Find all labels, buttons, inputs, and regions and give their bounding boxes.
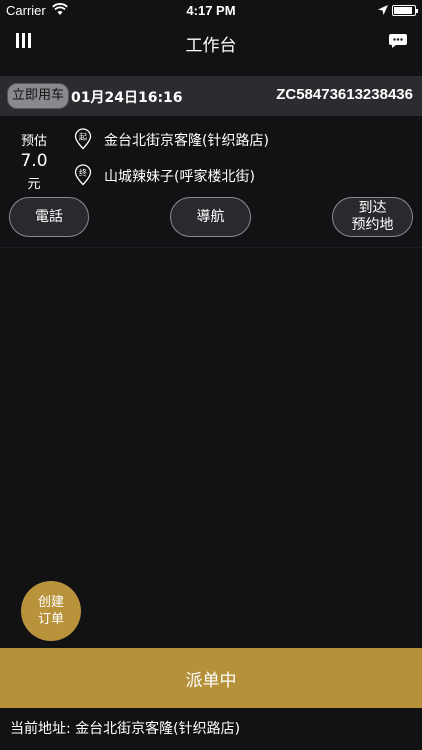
create-order-button[interactable]: 创建 订单 <box>21 581 81 641</box>
page-title: 工作台 <box>185 36 237 56</box>
estimate-label: 预估 <box>20 134 47 149</box>
current-address-label: 当前地址: <box>10 721 71 737</box>
order-type-badge: 立即用车 <box>7 83 70 109</box>
section-divider <box>0 247 422 248</box>
battery-icon <box>392 5 418 16</box>
fare-estimate: 预估 7.0 元 <box>14 130 54 192</box>
arrive-label-line1: 到达 <box>358 200 387 216</box>
end-address: 山城辣妹子(呼家楼北街) <box>104 169 255 185</box>
end-badge: 终 <box>79 168 87 178</box>
start-badge: 起 <box>79 133 87 142</box>
start-address: 金台北街京客隆(针织路店) <box>104 133 269 149</box>
clock-time: 4:17 PM <box>186 3 236 18</box>
battery-fill <box>394 7 412 14</box>
message-icon[interactable] <box>388 33 408 53</box>
arrive-label-line2: 预约地 <box>351 217 394 233</box>
current-address-bar: 当前地址: 金台北街京客隆(针织路店) <box>0 709 422 750</box>
end-pin-icon: 终 <box>74 164 92 190</box>
estimate-unit: 元 <box>27 177 41 192</box>
nav-bar: 工作台 <box>0 22 422 64</box>
navigate-button[interactable]: 導航 <box>170 197 251 237</box>
location-arrow-icon <box>378 4 388 19</box>
order-number: ZC58473613238436 <box>276 86 413 103</box>
create-order-line1: 创建 <box>37 595 64 610</box>
call-button[interactable]: 電話 <box>9 197 89 237</box>
order-datetime: 01月24日16:16 <box>71 90 183 106</box>
order-header: 立即用车 01月24日16:16 ZC58473613238436 <box>0 76 422 116</box>
current-address-value: 金台北街京客隆(针织路店) <box>75 721 241 737</box>
arrive-pickup-button[interactable]: 到达 预约地 <box>332 197 413 237</box>
status-bar: Carrier 4:17 PM <box>0 0 422 22</box>
dispatch-status-button[interactable]: 派单中 <box>0 648 422 708</box>
create-order-line2: 订单 <box>37 612 64 627</box>
estimate-price: 7.0 <box>20 151 48 171</box>
start-pin-icon: 起 <box>74 128 92 154</box>
